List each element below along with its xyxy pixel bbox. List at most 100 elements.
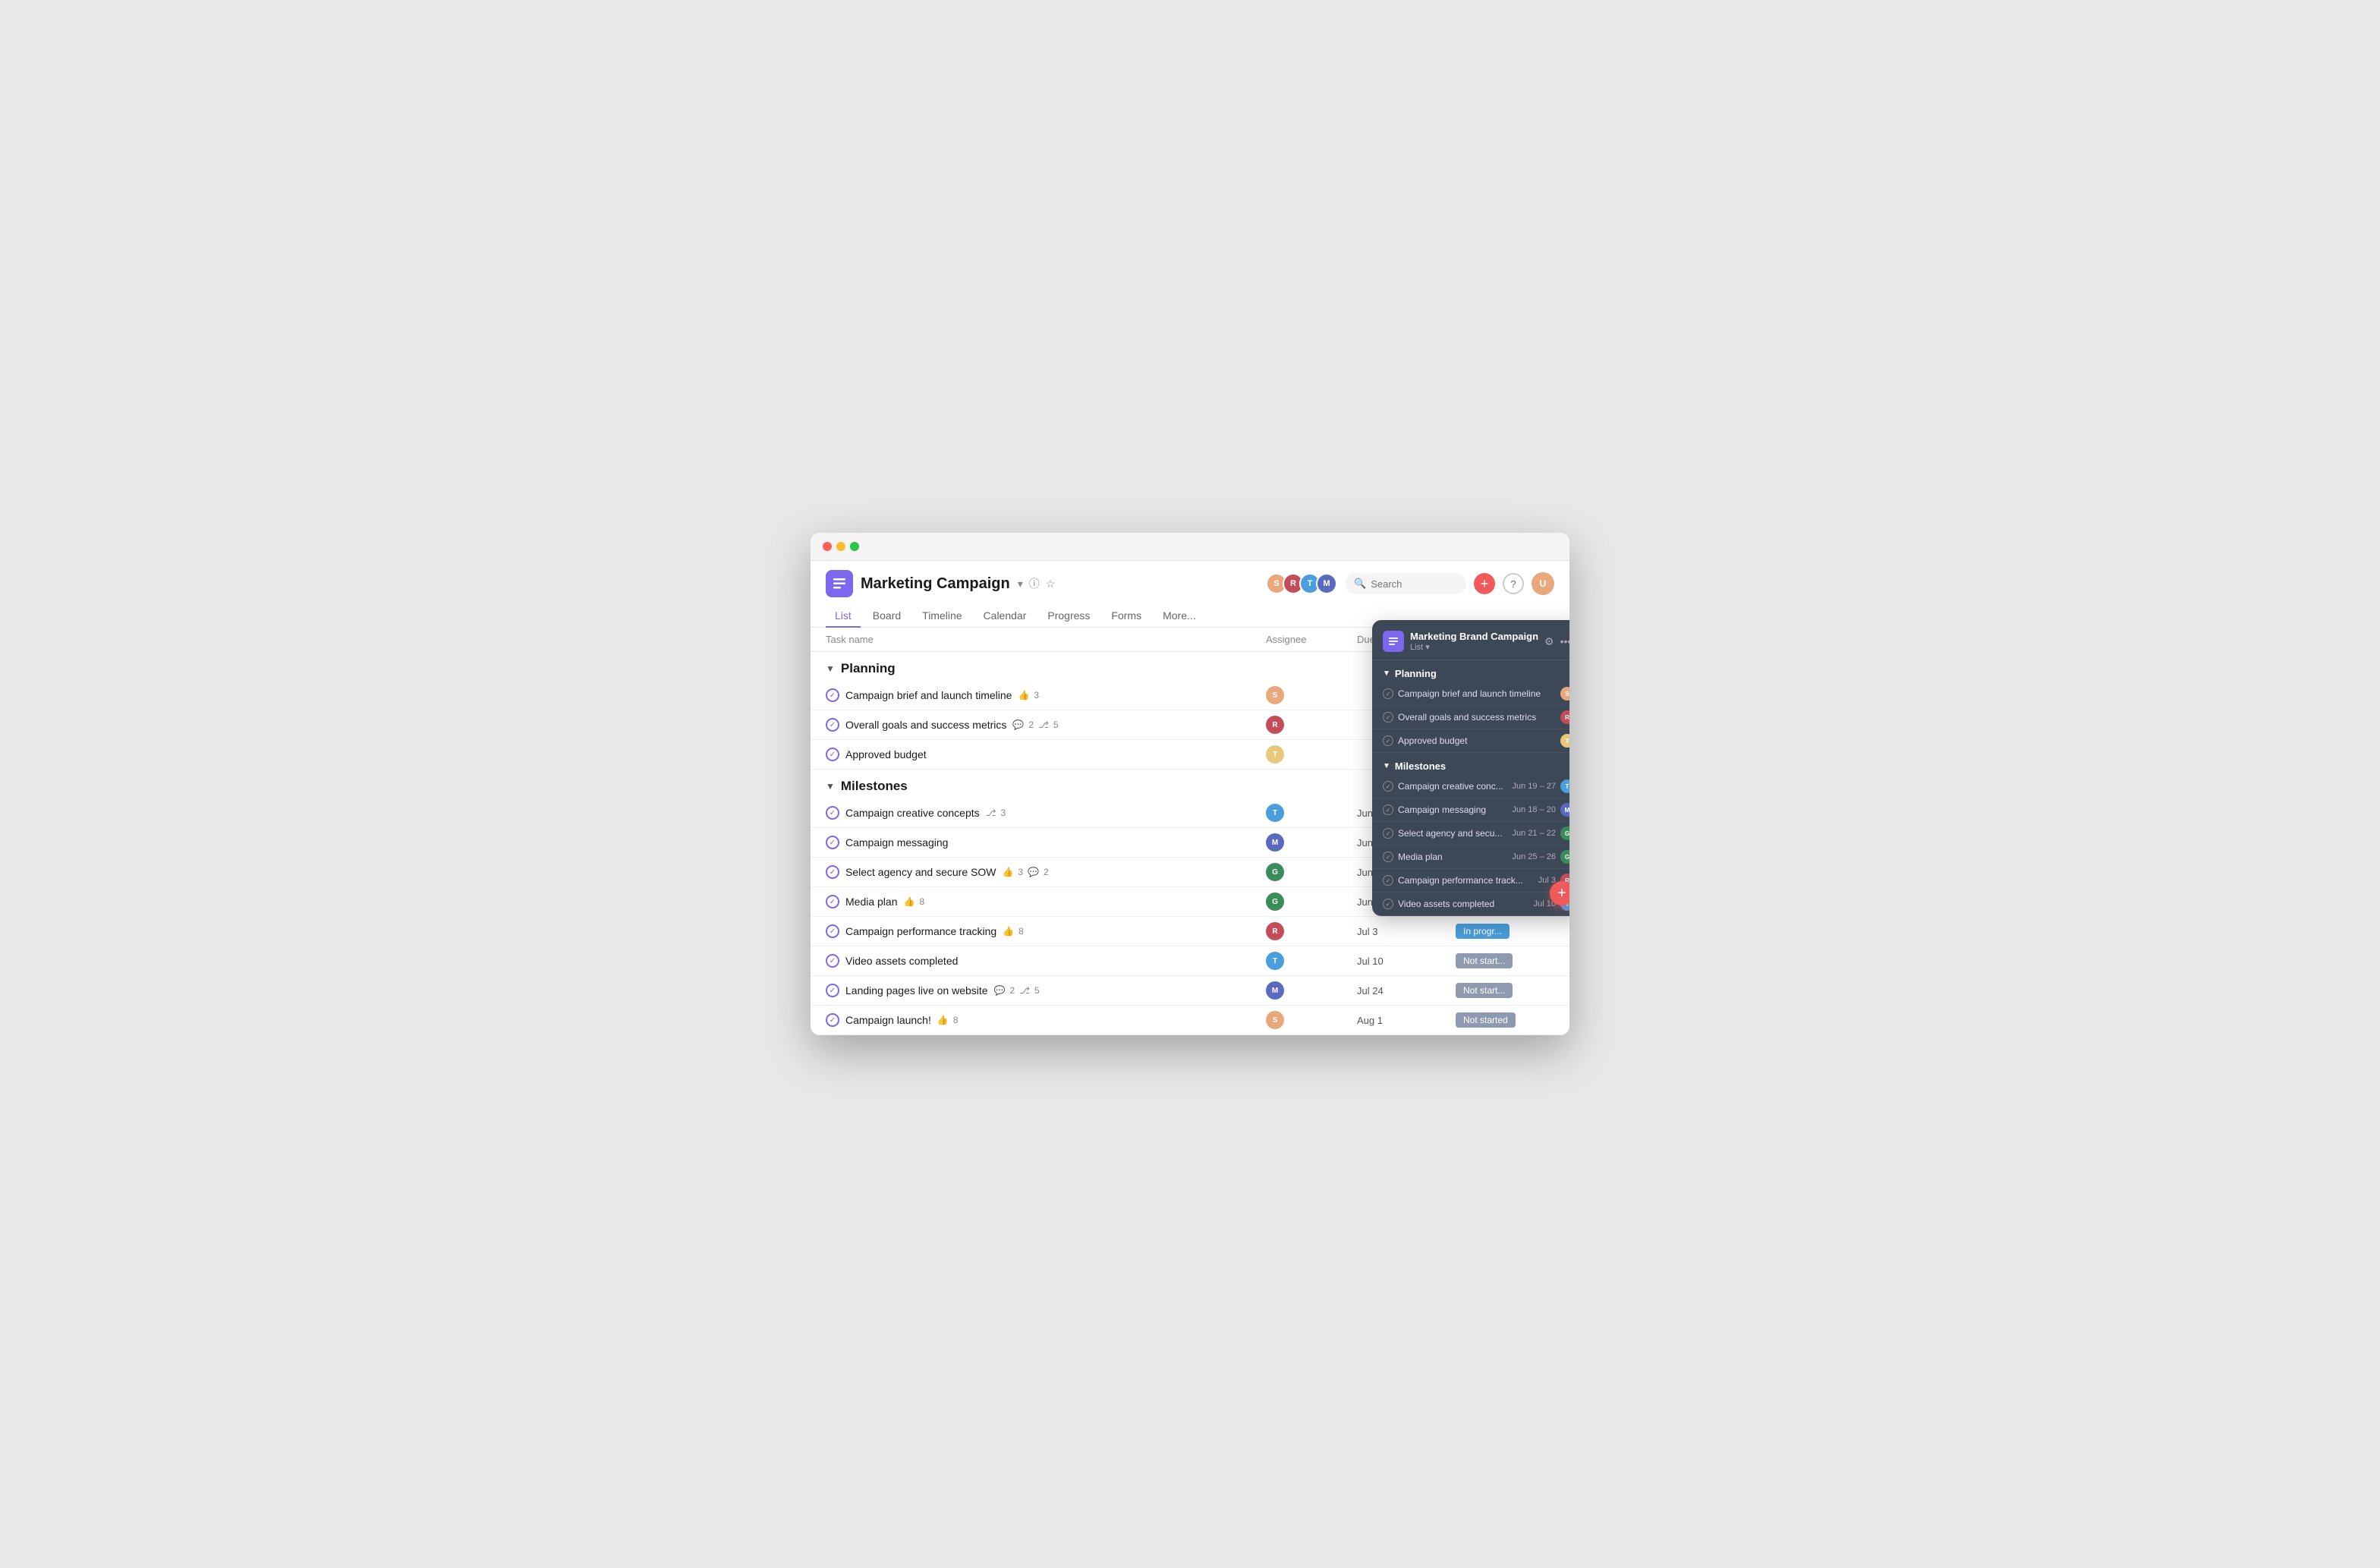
task-check-icon[interactable]: ✓ <box>826 688 839 702</box>
header-top: Marketing Campaign ▾ ⓘ ☆ S R T M 🔍 <box>826 570 1554 597</box>
side-task-name: Campaign performance track... <box>1398 875 1523 886</box>
avatar-4: M <box>1316 573 1337 594</box>
add-button[interactable]: + <box>1474 573 1495 594</box>
task-check-icon[interactable]: ✓ <box>826 895 839 908</box>
subtask-count: 5 <box>1034 985 1040 996</box>
task-name: Media plan <box>845 896 898 908</box>
side-check-icon: ✓ <box>1383 735 1393 746</box>
search-input[interactable] <box>1371 578 1457 590</box>
task-avatar: T <box>1266 952 1284 970</box>
chevron-down-icon: ▾ <box>1425 643 1430 652</box>
side-avatar: G <box>1560 850 1569 864</box>
task-check-icon[interactable]: ✓ <box>826 836 839 849</box>
list-item[interactable]: ✓ Campaign brief and launch timeline S <box>1372 682 1569 706</box>
side-panel-title: Marketing Brand Campaign <box>1410 631 1538 642</box>
list-item[interactable]: ✓ Approved budget T <box>1372 729 1569 753</box>
section-arrow-planning[interactable]: ▼ <box>826 663 835 674</box>
comment-icon: 💬 <box>994 985 1006 996</box>
task-name-cell: ✓ Select agency and secure SOW 👍 3 💬 2 <box>826 865 1266 879</box>
side-arrow-milestones[interactable]: ▼ <box>1383 762 1390 770</box>
task-meta: 💬 2 ⎇ 5 <box>1012 719 1058 730</box>
task-check-icon[interactable]: ✓ <box>826 718 839 732</box>
task-name: Landing pages live on website <box>845 984 988 997</box>
task-meta: 👍 8 <box>937 1015 959 1025</box>
list-item[interactable]: ✓ Overall goals and success metrics R <box>1372 706 1569 729</box>
list-item[interactable]: ✓ Media plan Jun 25 – 26 G <box>1372 845 1569 869</box>
side-task-right: S <box>1560 687 1569 701</box>
side-panel-icon <box>1383 631 1404 652</box>
dropdown-arrow-icon[interactable]: ▾ <box>1018 578 1023 590</box>
task-name: Select agency and secure SOW <box>845 866 996 878</box>
status-badge: In progr... <box>1456 924 1510 939</box>
list-item[interactable]: ✓ Campaign creative conc... Jun 19 – 27 … <box>1372 775 1569 798</box>
side-panel-add-button[interactable]: + <box>1550 881 1569 905</box>
tab-calendar[interactable]: Calendar <box>974 605 1036 628</box>
task-check-icon[interactable]: ✓ <box>826 865 839 879</box>
due-date-cell: Aug 1 <box>1357 1015 1456 1026</box>
tab-forms[interactable]: Forms <box>1102 605 1151 628</box>
task-check-icon[interactable]: ✓ <box>826 1013 839 1027</box>
list-item[interactable]: ✓ Campaign messaging Jun 18 – 20 M <box>1372 798 1569 822</box>
more-icon[interactable]: ••• <box>1560 635 1569 648</box>
app-window: Marketing Campaign ▾ ⓘ ☆ S R T M 🔍 <box>811 533 1569 1035</box>
task-check-icon[interactable]: ✓ <box>826 924 839 938</box>
app-header: Marketing Campaign ▾ ⓘ ☆ S R T M 🔍 <box>811 561 1569 628</box>
col-task-name: Task name <box>826 634 1266 645</box>
like-icon: 👍 <box>1003 926 1014 937</box>
close-button[interactable] <box>823 542 832 551</box>
list-item[interactable]: ✓ Campaign performance track... Jul 3 R <box>1372 869 1569 893</box>
side-task-left: ✓ Video assets completed <box>1383 899 1494 909</box>
like-count: 3 <box>1034 690 1039 701</box>
side-check-icon: ✓ <box>1383 899 1393 909</box>
side-task-right: R <box>1560 710 1569 724</box>
side-task-left: ✓ Campaign creative conc... <box>1383 781 1503 792</box>
tab-timeline[interactable]: Timeline <box>913 605 971 628</box>
app-icon <box>826 570 853 597</box>
side-date: Jun 18 – 20 <box>1513 805 1557 814</box>
task-check-icon[interactable]: ✓ <box>826 806 839 820</box>
user-avatar[interactable]: U <box>1532 572 1554 595</box>
assignee-cell: T <box>1266 952 1357 970</box>
like-count: 8 <box>919 896 924 907</box>
task-check-icon[interactable]: ✓ <box>826 954 839 968</box>
task-meta: 👍 8 <box>904 896 925 907</box>
star-icon[interactable]: ☆ <box>1046 578 1056 590</box>
task-avatar: S <box>1266 1011 1284 1029</box>
task-check-icon[interactable]: ✓ <box>826 748 839 761</box>
status-cell: Not start... <box>1456 983 1554 998</box>
side-date: Jun 19 – 27 <box>1513 782 1557 791</box>
tab-more[interactable]: More... <box>1154 605 1205 628</box>
side-arrow-planning[interactable]: ▼ <box>1383 669 1390 678</box>
settings-icon[interactable]: ⚙ <box>1544 635 1554 648</box>
side-panel-subtitle: List ▾ <box>1410 642 1538 652</box>
task-check-icon[interactable]: ✓ <box>826 984 839 997</box>
assignee-cell: S <box>1266 686 1357 704</box>
side-task-name: Overall goals and success metrics <box>1398 712 1536 723</box>
table-row: ✓ Landing pages live on website 💬 2 ⎇ 5 … <box>811 976 1569 1006</box>
task-name-cell: ✓ Campaign messaging <box>826 836 1266 849</box>
list-item[interactable]: ✓ Video assets completed Jul 10 T <box>1372 893 1569 916</box>
list-item[interactable]: ✓ Select agency and secu... Jun 21 – 22 … <box>1372 822 1569 845</box>
tab-progress[interactable]: Progress <box>1038 605 1099 628</box>
task-avatar: T <box>1266 804 1284 822</box>
task-avatar: R <box>1266 716 1284 734</box>
side-task-left: ✓ Campaign performance track... <box>1383 875 1523 886</box>
tab-list[interactable]: List <box>826 605 861 628</box>
side-task-right: Jun 19 – 27 T <box>1513 779 1570 793</box>
subtask-count: 5 <box>1053 719 1059 730</box>
maximize-button[interactable] <box>850 542 859 551</box>
help-button[interactable]: ? <box>1503 573 1524 594</box>
side-panel: Marketing Brand Campaign List ▾ ⚙ ••• ▼ … <box>1372 620 1569 916</box>
status-cell: Not start... <box>1456 953 1554 968</box>
side-avatar: M <box>1560 803 1569 817</box>
due-date-cell: Jul 24 <box>1357 985 1456 997</box>
side-task-left: ✓ Select agency and secu... <box>1383 828 1502 839</box>
side-avatar: G <box>1560 827 1569 840</box>
tab-board[interactable]: Board <box>864 605 910 628</box>
minimize-button[interactable] <box>836 542 845 551</box>
section-arrow-milestones[interactable]: ▼ <box>826 781 835 792</box>
search-bar[interactable]: 🔍 <box>1345 573 1466 594</box>
info-icon[interactable]: ⓘ <box>1029 576 1040 591</box>
task-name-cell: ✓ Landing pages live on website 💬 2 ⎇ 5 <box>826 984 1266 997</box>
task-name-cell: ✓ Approved budget <box>826 748 1266 761</box>
